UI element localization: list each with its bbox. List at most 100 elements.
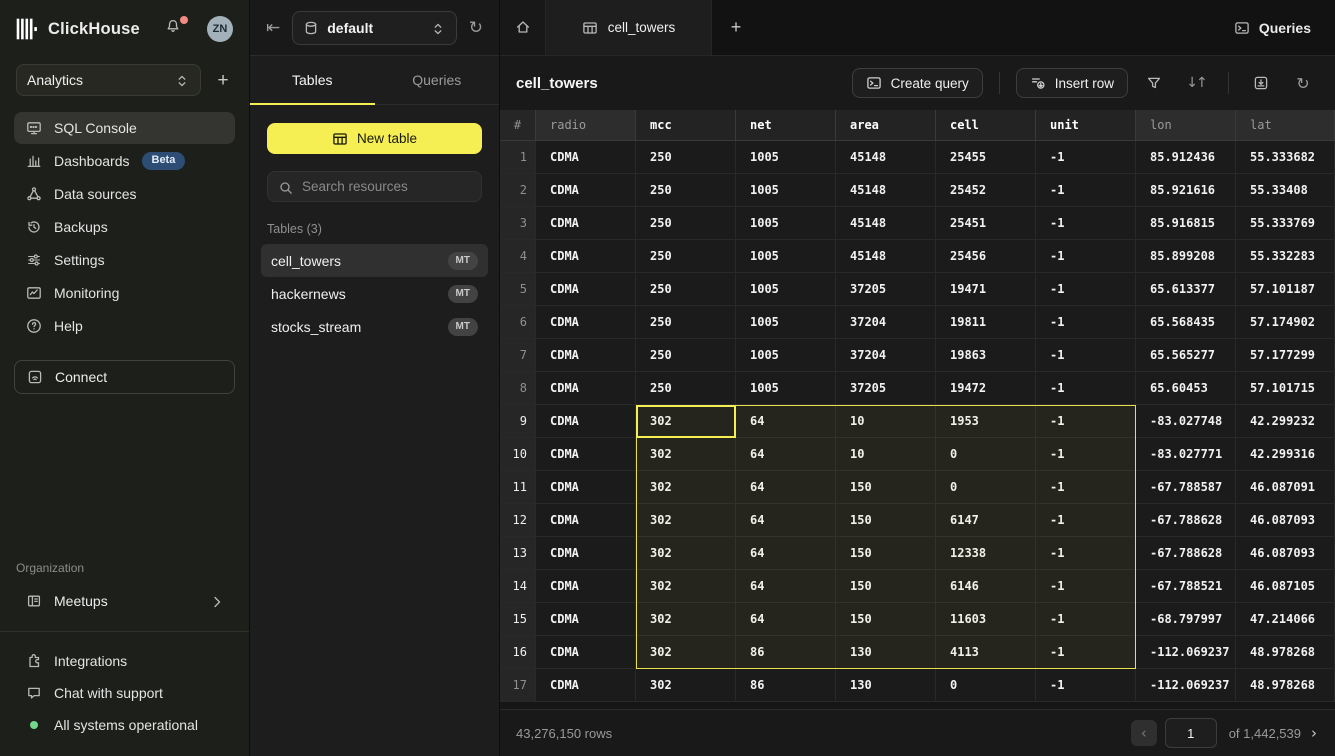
next-page-button[interactable]: › xyxy=(1309,724,1319,742)
cell-area[interactable]: 150 xyxy=(836,603,936,636)
cell-cell[interactable]: 19472 xyxy=(936,372,1036,405)
table-list-item-cell-towers[interactable]: cell_towersMT xyxy=(261,244,488,277)
insert-row-button[interactable]: Insert row xyxy=(1016,68,1128,98)
database-select[interactable]: default xyxy=(292,11,457,45)
cell-cell[interactable]: 0 xyxy=(936,438,1036,471)
cell-lat[interactable]: 48.978268 xyxy=(1236,669,1335,702)
cell-radio[interactable]: CDMA xyxy=(536,141,636,174)
cell-radio[interactable]: CDMA xyxy=(536,306,636,339)
cell-radio[interactable]: CDMA xyxy=(536,438,636,471)
cell-unit[interactable]: -1 xyxy=(1036,471,1136,504)
cell-lat[interactable]: 46.087091 xyxy=(1236,471,1335,504)
cell-lat[interactable]: 47.214066 xyxy=(1236,603,1335,636)
cell-radio[interactable]: CDMA xyxy=(536,537,636,570)
cell-mcc[interactable]: 250 xyxy=(636,306,736,339)
cell-unit[interactable]: -1 xyxy=(1036,240,1136,273)
cell-cell[interactable]: 12338 xyxy=(936,537,1036,570)
cell-area[interactable]: 10 xyxy=(836,405,936,438)
cell-lat[interactable]: 48.978268 xyxy=(1236,636,1335,669)
cell-area[interactable]: 130 xyxy=(836,636,936,669)
create-query-button[interactable]: Create query xyxy=(852,68,983,98)
cell-area[interactable]: 37205 xyxy=(836,372,936,405)
sidebar-item-settings[interactable]: Settings xyxy=(14,244,235,276)
cell-mcc[interactable]: 302 xyxy=(636,471,736,504)
cell-cell[interactable]: 6146 xyxy=(936,570,1036,603)
cell-radio[interactable]: CDMA xyxy=(536,636,636,669)
cell-unit[interactable]: -1 xyxy=(1036,174,1136,207)
cell-lat[interactable]: 46.087105 xyxy=(1236,570,1335,603)
reload-table-button[interactable]: ↻ xyxy=(1287,68,1319,98)
cell-net[interactable]: 1005 xyxy=(736,174,836,207)
cell-net[interactable]: 64 xyxy=(736,537,836,570)
column-header-area[interactable]: area xyxy=(836,110,936,141)
cell-lon[interactable]: -67.788521 xyxy=(1136,570,1236,603)
cell-unit[interactable]: -1 xyxy=(1036,504,1136,537)
row-number[interactable]: 11 xyxy=(500,471,536,504)
cell-mcc[interactable]: 250 xyxy=(636,141,736,174)
cell-mcc[interactable]: 250 xyxy=(636,372,736,405)
sidebar-item-monitoring[interactable]: Monitoring xyxy=(14,277,235,309)
cell-unit[interactable]: -1 xyxy=(1036,603,1136,636)
column-header-mcc[interactable]: mcc xyxy=(636,110,736,141)
cell-cell[interactable]: 11603 xyxy=(936,603,1036,636)
row-number[interactable]: 3 xyxy=(500,207,536,240)
cell-lat[interactable]: 55.33408 xyxy=(1236,174,1335,207)
cell-area[interactable]: 150 xyxy=(836,537,936,570)
cell-radio[interactable]: CDMA xyxy=(536,471,636,504)
cell-lat[interactable]: 55.333769 xyxy=(1236,207,1335,240)
cell-area[interactable]: 37204 xyxy=(836,339,936,372)
tab-queries[interactable]: Queries xyxy=(375,56,500,104)
cell-cell[interactable]: 19811 xyxy=(936,306,1036,339)
new-tab-button[interactable]: + xyxy=(712,0,760,55)
cell-radio[interactable]: CDMA xyxy=(536,273,636,306)
cell-area[interactable]: 150 xyxy=(836,471,936,504)
column-header-lon[interactable]: lon xyxy=(1136,110,1236,141)
cell-lon[interactable]: 65.613377 xyxy=(1136,273,1236,306)
cell-unit[interactable]: -1 xyxy=(1036,207,1136,240)
column-header-row-index[interactable]: # xyxy=(500,110,536,141)
row-number[interactable]: 15 xyxy=(500,603,536,636)
sidebar-item-sql-console[interactable]: SQL Console xyxy=(14,112,235,144)
cell-mcc[interactable]: 302 xyxy=(636,438,736,471)
cell-area[interactable]: 10 xyxy=(836,438,936,471)
column-header-unit[interactable]: unit xyxy=(1036,110,1136,141)
sidebar-item-integrations[interactable]: Integrations xyxy=(14,646,235,676)
avatar[interactable]: ZN xyxy=(207,16,233,42)
cell-lat[interactable]: 57.177299 xyxy=(1236,339,1335,372)
cell-area[interactable]: 150 xyxy=(836,504,936,537)
cell-net[interactable]: 1005 xyxy=(736,306,836,339)
cell-area[interactable]: 37205 xyxy=(836,273,936,306)
cell-mcc[interactable]: 302 xyxy=(636,405,736,438)
cell-net[interactable]: 64 xyxy=(736,570,836,603)
cell-net[interactable]: 1005 xyxy=(736,339,836,372)
cell-net[interactable]: 1005 xyxy=(736,240,836,273)
cell-unit[interactable]: -1 xyxy=(1036,438,1136,471)
row-number[interactable]: 9 xyxy=(500,405,536,438)
cell-lon[interactable]: -67.788628 xyxy=(1136,537,1236,570)
cell-radio[interactable]: CDMA xyxy=(536,570,636,603)
sidebar-item-backups[interactable]: Backups xyxy=(14,211,235,243)
cell-mcc[interactable]: 302 xyxy=(636,636,736,669)
queries-button[interactable]: Queries xyxy=(1210,0,1335,55)
sidebar-item-dashboards[interactable]: DashboardsBeta xyxy=(14,145,235,177)
collapse-panel-icon[interactable]: ⇤ xyxy=(266,18,280,38)
cell-lon[interactable]: -67.788587 xyxy=(1136,471,1236,504)
add-service-button[interactable]: + xyxy=(213,71,233,90)
cell-lat[interactable]: 46.087093 xyxy=(1236,537,1335,570)
cell-net[interactable]: 64 xyxy=(736,504,836,537)
column-header-net[interactable]: net xyxy=(736,110,836,141)
row-number[interactable]: 1 xyxy=(500,141,536,174)
cell-lat[interactable]: 55.333682 xyxy=(1236,141,1335,174)
cell-unit[interactable]: -1 xyxy=(1036,372,1136,405)
cell-net[interactable]: 1005 xyxy=(736,141,836,174)
cell-mcc[interactable]: 250 xyxy=(636,273,736,306)
cell-lon[interactable]: -68.797997 xyxy=(1136,603,1236,636)
sidebar-item-help[interactable]: Help xyxy=(14,310,235,342)
cell-cell[interactable]: 6147 xyxy=(936,504,1036,537)
column-header-cell[interactable]: cell xyxy=(936,110,1036,141)
cell-area[interactable]: 45148 xyxy=(836,174,936,207)
sidebar-item-meetups[interactable]: Meetups xyxy=(14,585,235,617)
cell-unit[interactable]: -1 xyxy=(1036,570,1136,603)
notifications-button[interactable] xyxy=(165,18,187,40)
sidebar-item-all-systems-operational[interactable]: All systems operational xyxy=(14,710,235,740)
